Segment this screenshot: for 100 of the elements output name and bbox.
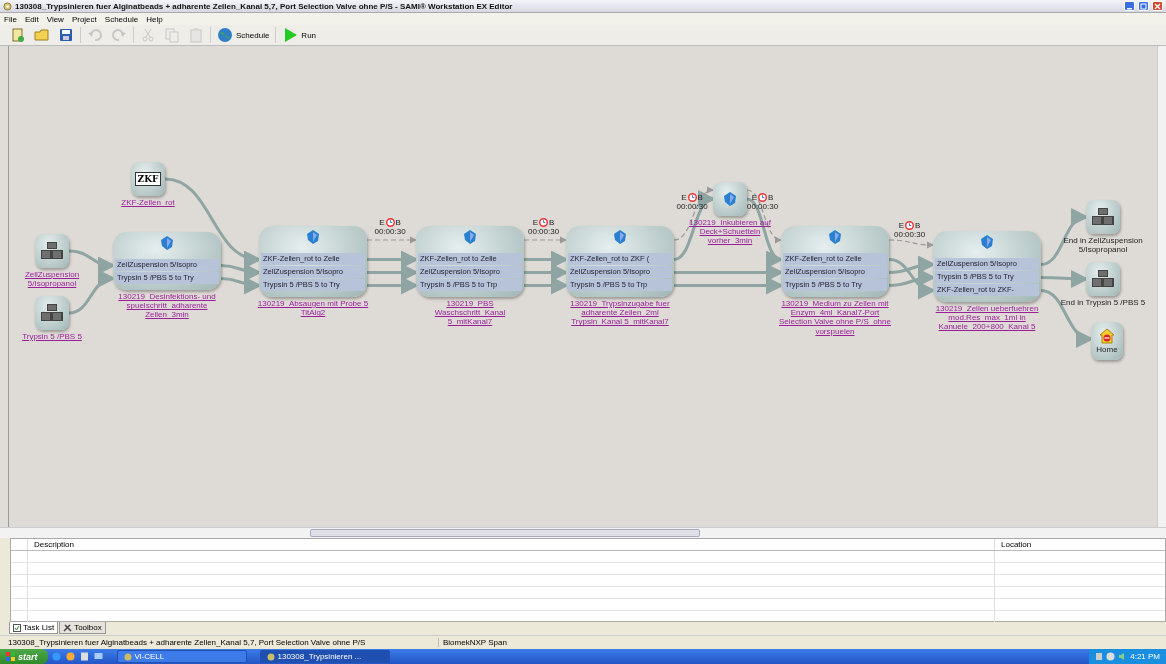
document-icon xyxy=(10,27,26,43)
desktop-icon[interactable] xyxy=(93,652,103,661)
dashed-connector-arrow xyxy=(888,239,935,249)
start-marker: E xyxy=(751,193,758,202)
crates-icon xyxy=(1091,270,1115,288)
menu-item[interactable]: Help xyxy=(146,14,163,24)
column-header[interactable]: Description xyxy=(28,539,995,550)
restore-button[interactable] xyxy=(1138,1,1149,11)
delay-time: 00:00:30 xyxy=(894,229,926,239)
checklist-icon xyxy=(13,623,21,632)
dashed-connector-arrow xyxy=(523,236,568,244)
source-link[interactable]: ZellZuspension 5/Isopropanol xyxy=(14,270,90,289)
scissors-icon xyxy=(140,27,156,43)
taskbar-button[interactable]: 130308_Trypsinieren ... xyxy=(259,650,390,663)
menu-item[interactable]: Project xyxy=(71,14,97,24)
menu-item[interactable]: File xyxy=(4,14,17,24)
undo-icon xyxy=(87,27,103,43)
house-icon xyxy=(1099,328,1115,344)
end-node[interactable] xyxy=(1086,200,1120,234)
end-marker: B xyxy=(915,220,921,230)
panel-tab[interactable]: Toolbox xyxy=(59,622,106,634)
crystal-icon xyxy=(981,235,993,249)
connector-arrow xyxy=(524,276,569,295)
folder-icon xyxy=(34,27,50,43)
step-link[interactable]: 130219_Absaugen mit Probe 5 TitAlg2 xyxy=(257,299,369,318)
delay-time: 00:00:30 xyxy=(528,227,560,236)
crates-icon xyxy=(1091,208,1115,226)
scrollbar-thumb[interactable] xyxy=(310,529,700,537)
clock-icon xyxy=(758,193,768,202)
clock: 4:21 PM xyxy=(1130,652,1160,661)
horizontal-scrollbar[interactable] xyxy=(0,527,1166,538)
start-button[interactable]: start xyxy=(0,649,48,664)
home-label: Home xyxy=(1096,345,1118,354)
menu-item[interactable]: Schedule xyxy=(104,14,139,24)
step-link[interactable]: 130219_Zellen ueberfuehren mod.Res_max_1ml in Kanuele_200+800_Kanal 5 xyxy=(931,304,1043,332)
connector-arrow xyxy=(220,276,262,294)
source-link[interactable]: Trypsin 5 /PBS 5 xyxy=(14,332,90,342)
zkf-logo: ZKF xyxy=(134,172,162,186)
connector-arrow xyxy=(367,250,419,269)
step-link[interactable]: 130219_Trypsinzugabe fuer adharente Zellen_2ml Trypsin_Kanal 5_mitKanal7 xyxy=(564,299,676,327)
crystal-icon xyxy=(161,236,173,250)
step-link[interactable]: 130219_PBS Waschschritt_Kanal 5_mitKanal7 xyxy=(414,299,526,327)
status-text: BiomekNXP Span xyxy=(438,638,507,647)
end-label: End in ZellZuspension 5/Isopropanol xyxy=(1062,236,1144,255)
app-icon xyxy=(123,652,132,661)
step-link[interactable]: 130219_Desinfektions- und spuelschritt_adharente Zellen_3min xyxy=(111,292,223,320)
connector-arrow xyxy=(367,276,419,295)
column-header[interactable]: Location xyxy=(995,539,1165,550)
gear-icon xyxy=(3,1,12,11)
status-text: 130308_Trypsinieren fuer Alginatbeads + adharente Zellen_Kanal 5,7, Port Selection Valve ohne P/S xyxy=(8,638,367,647)
globe-icon xyxy=(217,27,233,43)
clipboard-icon xyxy=(188,27,204,43)
close-button[interactable] xyxy=(1152,1,1163,11)
browser-icon[interactable] xyxy=(51,652,61,661)
end-label: End in Trypsin 5 /PBS 5 xyxy=(1059,298,1147,308)
play-icon xyxy=(282,27,299,43)
menu-item[interactable]: View xyxy=(46,14,64,24)
end-node[interactable] xyxy=(1086,262,1120,296)
taskbar-button[interactable]: Vi-CELL xyxy=(116,650,247,663)
save-icon xyxy=(58,27,74,43)
clock-icon xyxy=(539,218,549,227)
start-marker: E xyxy=(532,218,539,227)
copy-icon xyxy=(164,27,180,43)
start-marker: E xyxy=(379,218,385,227)
end-marker: B xyxy=(395,218,401,227)
crystal-icon xyxy=(724,192,736,206)
tools-icon xyxy=(63,623,73,632)
schedule-button[interactable]: Schedule xyxy=(215,27,272,43)
media-icon[interactable] xyxy=(65,652,75,661)
close-icon xyxy=(1154,2,1161,10)
connector-arrow xyxy=(367,263,419,282)
dashed-connector-arrow xyxy=(366,236,418,244)
source-node[interactable] xyxy=(35,296,69,330)
crystal-icon xyxy=(464,230,476,244)
source-link[interactable]: ZKF-Zellen_rot xyxy=(110,198,186,208)
shield-icon[interactable] xyxy=(1106,652,1116,661)
panel-tab[interactable]: Task List xyxy=(9,622,59,634)
window-title: 130308_Trypsinieren fuer Alginatbeads + adharente Zellen_Kanal 5,7, Port Selection Valve ohne P/S - SAMI® Workstation EX Editor xyxy=(15,1,513,11)
vertical-scrollbar[interactable] xyxy=(1157,46,1166,527)
home-node[interactable]: Home xyxy=(1091,322,1123,360)
crystal-icon xyxy=(829,230,841,244)
menu-item[interactable]: Edit xyxy=(24,14,39,24)
step-link[interactable]: 130219_Medium zu Zellen mit Enzym_4ml_Kanal7-Port Selection Valve ohne P/S_ohne vorspuelen xyxy=(779,299,891,336)
delay-time: 00:00:30 xyxy=(374,227,406,236)
minimize-button[interactable] xyxy=(1124,1,1135,11)
crates-icon xyxy=(40,242,64,260)
redo-icon xyxy=(111,27,127,43)
source-node[interactable]: ZKF xyxy=(131,162,165,196)
source-node[interactable] xyxy=(35,234,69,268)
document-icon[interactable] xyxy=(79,652,89,661)
delay-time: 00:00:30 xyxy=(747,202,779,211)
connector-arrow xyxy=(524,263,569,282)
crystal-icon xyxy=(614,230,626,244)
app-icon xyxy=(266,652,275,661)
run-button[interactable]: Run xyxy=(280,27,319,43)
end-marker: B xyxy=(768,193,774,202)
delay-node[interactable] xyxy=(713,182,747,216)
network-icon[interactable] xyxy=(1095,652,1104,661)
crystal-icon xyxy=(307,230,319,244)
clock-icon xyxy=(905,220,915,230)
